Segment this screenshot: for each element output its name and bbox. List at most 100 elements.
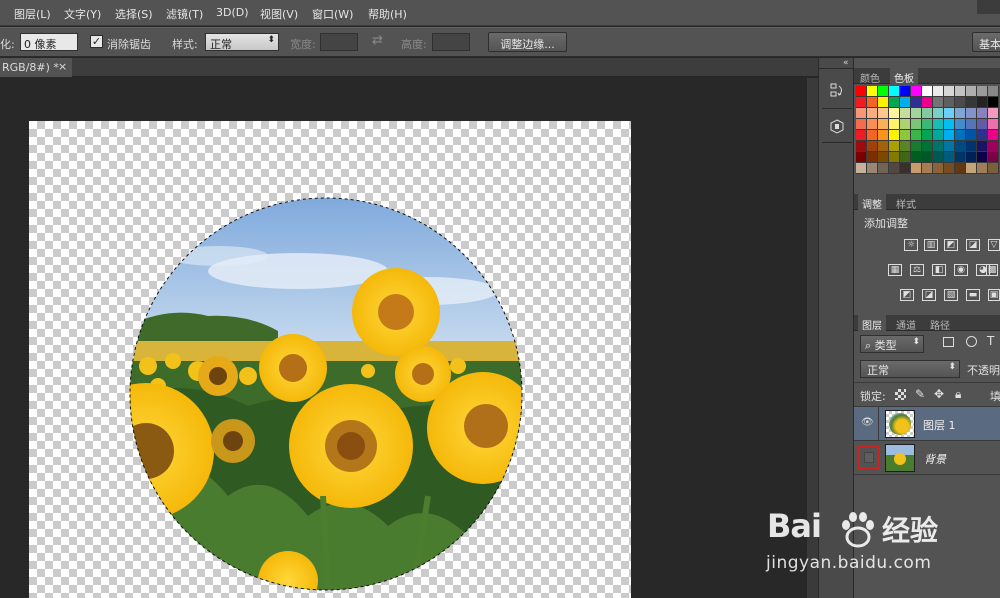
color-swatch[interactable]	[988, 86, 999, 97]
workspace-button[interactable]: 基本	[972, 32, 1000, 52]
color-swatch[interactable]	[878, 130, 889, 141]
color-swatch[interactable]	[856, 152, 867, 163]
menu-window[interactable]: 窗口(W)	[312, 6, 353, 22]
color-swatch[interactable]	[856, 163, 867, 174]
color-swatch[interactable]	[988, 163, 999, 174]
color-swatch[interactable]	[933, 108, 944, 119]
tab-layers[interactable]: 图层	[858, 315, 886, 332]
menu-filter[interactable]: 滤镜(T)	[166, 6, 203, 22]
color-swatch[interactable]	[977, 119, 988, 130]
color-swatch[interactable]	[944, 152, 955, 163]
color-balance-icon[interactable]: ⚖	[910, 264, 924, 276]
menu-3d[interactable]: 3D(D)	[216, 6, 249, 19]
invert-icon[interactable]: ◩	[900, 289, 914, 301]
color-swatch[interactable]	[966, 152, 977, 163]
adjustment-filter-icon[interactable]	[966, 336, 977, 347]
color-swatch[interactable]	[889, 119, 900, 130]
swatches-grid[interactable]	[854, 86, 1000, 194]
color-swatch[interactable]	[955, 152, 966, 163]
color-swatch[interactable]	[911, 119, 922, 130]
color-swatch[interactable]	[933, 152, 944, 163]
color-swatch[interactable]	[856, 97, 867, 108]
refine-edge-button[interactable]: 调整边缘...	[488, 32, 567, 52]
color-swatch[interactable]	[878, 163, 889, 174]
color-swatch[interactable]	[977, 97, 988, 108]
tab-paths[interactable]: 路径	[926, 315, 954, 332]
color-swatch[interactable]	[933, 86, 944, 97]
color-swatch[interactable]	[977, 108, 988, 119]
color-swatch[interactable]	[988, 108, 999, 119]
color-swatch[interactable]	[922, 108, 933, 119]
color-swatch[interactable]	[900, 130, 911, 141]
layer-row-1[interactable]: 👁 图层 1	[854, 407, 1000, 441]
color-swatch[interactable]	[944, 86, 955, 97]
color-swatch[interactable]	[878, 152, 889, 163]
type-filter-icon[interactable]: T	[987, 334, 994, 348]
color-swatch[interactable]	[889, 86, 900, 97]
sunflower-circle-selection[interactable]	[128, 196, 524, 592]
color-swatch[interactable]	[955, 163, 966, 174]
color-swatch[interactable]	[856, 119, 867, 130]
color-swatch[interactable]	[944, 119, 955, 130]
curves-icon[interactable]: ◩	[944, 239, 958, 251]
window-control[interactable]	[977, 0, 1000, 14]
color-swatch[interactable]	[955, 141, 966, 152]
color-swatch[interactable]	[900, 152, 911, 163]
hue-sat-icon[interactable]: ▦	[888, 264, 902, 276]
menu-select[interactable]: 选择(S)	[115, 6, 153, 22]
antialias-checkbox[interactable]: ✓	[90, 35, 103, 48]
style-select[interactable]: 正常 ⬍	[205, 33, 279, 51]
color-swatch[interactable]	[878, 108, 889, 119]
color-swatch[interactable]	[900, 108, 911, 119]
color-swatch[interactable]	[955, 108, 966, 119]
color-swatch[interactable]	[856, 141, 867, 152]
color-swatch[interactable]	[856, 86, 867, 97]
bw-icon[interactable]: ◧	[932, 264, 946, 276]
color-swatch[interactable]	[922, 163, 933, 174]
color-swatch[interactable]	[867, 108, 878, 119]
background-layer-name[interactable]: 背景	[924, 451, 946, 467]
color-swatch[interactable]	[966, 108, 977, 119]
color-swatch[interactable]	[933, 163, 944, 174]
color-swatch[interactable]	[977, 152, 988, 163]
color-swatch[interactable]	[889, 97, 900, 108]
document-tab[interactable]: RGB/8#) * ×	[0, 58, 72, 77]
color-swatch[interactable]	[922, 130, 933, 141]
color-swatch[interactable]	[933, 119, 944, 130]
color-swatch[interactable]	[944, 130, 955, 141]
color-swatch[interactable]	[988, 97, 999, 108]
color-swatch[interactable]	[944, 97, 955, 108]
history-icon[interactable]	[827, 82, 847, 100]
tab-color[interactable]: 颜色	[856, 68, 884, 85]
tab-adjustments[interactable]: 调整	[858, 194, 886, 211]
height-input[interactable]	[432, 33, 470, 51]
document-canvas[interactable]	[29, 121, 631, 598]
posterize-icon[interactable]: ◪	[922, 289, 936, 301]
color-swatch[interactable]	[900, 86, 911, 97]
color-swatch[interactable]	[944, 108, 955, 119]
lock-transparent-icon[interactable]	[895, 389, 906, 400]
color-swatch[interactable]	[867, 130, 878, 141]
blend-mode-select[interactable]: 正常 ⬍	[860, 360, 960, 378]
photo-filter-icon[interactable]: ◉	[954, 264, 968, 276]
color-swatch[interactable]	[922, 152, 933, 163]
color-swatch[interactable]	[867, 86, 878, 97]
selective-color-icon[interactable]: ▣	[988, 289, 1000, 301]
color-swatch[interactable]	[900, 141, 911, 152]
pixel-filter-icon[interactable]	[943, 337, 954, 347]
menu-type[interactable]: 文字(Y)	[64, 6, 101, 22]
levels-icon[interactable]: ▥	[924, 239, 938, 251]
color-swatch[interactable]	[911, 108, 922, 119]
brightness-icon[interactable]: ☼	[904, 239, 918, 251]
color-swatch[interactable]	[955, 97, 966, 108]
collapse-panels-icon[interactable]: «	[843, 58, 849, 68]
color-swatch[interactable]	[867, 163, 878, 174]
color-swatch[interactable]	[911, 130, 922, 141]
color-swatch[interactable]	[922, 97, 933, 108]
color-swatch[interactable]	[911, 97, 922, 108]
lock-all-icon[interactable]: 🔒︎	[955, 387, 961, 402]
color-swatch[interactable]	[856, 130, 867, 141]
canvas-area[interactable]	[0, 78, 818, 598]
color-swatch[interactable]	[933, 141, 944, 152]
color-swatch[interactable]	[988, 119, 999, 130]
